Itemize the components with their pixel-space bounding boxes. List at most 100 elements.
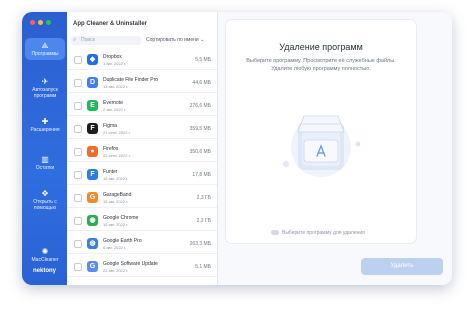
app-name: Duplicate File Finder Pro: [103, 77, 159, 83]
app-name: Google Software Update: [103, 261, 158, 267]
row-checkbox[interactable]: [74, 263, 82, 271]
page-description: Выберите программу. Просмотрите её служе…: [246, 58, 396, 72]
sidebar-item-4[interactable]: ✥ Открыть с помощью: [25, 186, 65, 214]
app-icon: D: [87, 77, 98, 88]
app-date: 13 авг. 2022 г.: [103, 84, 129, 89]
list-item[interactable]: ◉ Google Chrome 16 авг. 2022 г. 2,2 ГБ: [67, 212, 217, 231]
open-with-icon: ✥: [41, 189, 49, 198]
row-checkbox[interactable]: [74, 102, 82, 110]
sort-label: Сортировать по имени: [146, 37, 199, 43]
list-item[interactable]: ● Firefox 22 сент. 2022 г. 350,6 МБ: [67, 143, 217, 162]
app-date: 16 авг. 2022 г.: [103, 176, 129, 181]
row-checkbox[interactable]: [74, 125, 82, 133]
app-date: 2 авг. 2022 г.: [103, 107, 126, 112]
chevron-down-icon: ⌄: [200, 37, 205, 43]
row-checkbox[interactable]: [74, 217, 82, 225]
app-icon: G: [87, 192, 98, 203]
app-window: ⟁ Программы ✈ Автозапуск программ ✚ Расширени…: [22, 12, 452, 285]
sidebar-item-label: Остатки: [35, 165, 55, 171]
app-date: 6 авг. 2022 г.: [103, 245, 126, 250]
search-icon: ⌕: [73, 37, 77, 43]
app-icon: E: [87, 100, 98, 111]
brand-logo: nektony: [32, 268, 56, 274]
list-item[interactable]: G Google Software Update 22 авг. 2022 г. 5,…: [67, 258, 217, 277]
app-name: Google Chrome: [103, 215, 139, 221]
list-item[interactable]: G GarageBand 15 авг. 2022 г. 2,3 ГБ: [67, 189, 217, 208]
row-checkbox[interactable]: [74, 56, 82, 64]
list-item[interactable]: F Figma 21 сент. 2022 г. 359,5 МБ: [67, 120, 217, 139]
app-date: 16 авг. 2022 г.: [103, 222, 129, 227]
trash-icon: ▥: [41, 155, 49, 164]
app-name: Figma: [103, 123, 117, 129]
sidebar-item-label: Расширения: [30, 127, 60, 133]
app-size: 263,3 МБ: [189, 241, 211, 247]
minimize-button[interactable]: [38, 20, 43, 25]
list-item[interactable]: ◍ Google Earth Pro 6 авг. 2022 г. 263,3 МБ: [67, 235, 217, 254]
app-icon: ◉: [87, 215, 98, 226]
app-icon: ◍: [87, 238, 98, 249]
list-item[interactable]: D Duplicate File Finder Pro 13 авг. 2022 г…: [67, 74, 217, 93]
select-toggle[interactable]: [271, 230, 279, 235]
app-size: 17,8 МБ: [192, 172, 211, 178]
app-date: 1 авг. 2022 г.: [103, 61, 126, 66]
window-controls: [30, 20, 51, 25]
sidebar-item-label: Автозапуск программ: [32, 87, 58, 99]
app-size: 5,5 МБ: [195, 57, 211, 63]
sidebar: ⟁ Программы ✈ Автозапуск программ ✚ Расширени…: [22, 12, 67, 285]
sidebar-item-label: MacCleaner: [31, 257, 59, 263]
app-list-panel: App Cleaner & Uninstaller ⌕ Поиск Сортир…: [67, 12, 218, 285]
app-name: Firefox: [103, 146, 119, 152]
app-size: 5,1 МБ: [195, 264, 211, 270]
maccleaner-icon: ✺: [41, 247, 49, 256]
row-checkbox[interactable]: [74, 148, 82, 156]
app-icon: F: [87, 169, 98, 180]
app-name: Google Earth Pro: [103, 238, 142, 244]
app-name: GarageBand: [103, 192, 132, 198]
row-checkbox[interactable]: [74, 240, 82, 248]
search-input[interactable]: ⌕ Поиск: [71, 36, 141, 45]
remove-button[interactable]: Удалить: [361, 258, 443, 275]
sidebar-item-0[interactable]: ⟁ Программы: [25, 38, 65, 60]
close-button[interactable]: [30, 20, 35, 25]
app-icon: F: [87, 123, 98, 134]
sidebar-item-5[interactable]: ✺ MacCleaner: [25, 244, 65, 263]
app-name: Dropbox: [103, 54, 122, 60]
app-size: 44,6 МБ: [192, 80, 211, 86]
row-checkbox[interactable]: [74, 171, 82, 179]
main-area: Удаление программ Выберите программу. Пр…: [218, 12, 452, 285]
select-hint: Выберите программу для удаления: [282, 230, 365, 236]
app-date: 21 сент. 2022 г.: [103, 130, 131, 135]
search-placeholder: Поиск: [81, 37, 95, 43]
app-icon: ◆: [87, 54, 98, 65]
row-checkbox[interactable]: [74, 194, 82, 202]
app-name: Funter: [103, 169, 118, 175]
app-size: 350,6 МБ: [189, 149, 211, 155]
app-icon: G: [87, 261, 98, 272]
apps-icon: ⟁: [41, 41, 49, 50]
zoom-button[interactable]: [46, 20, 51, 25]
app-size: 276,6 МБ: [189, 103, 211, 109]
drop-zone[interactable]: Удаление программ Выберите программу. Пр…: [226, 20, 416, 243]
sort-dropdown[interactable]: Сортировать по имени ⌄: [146, 37, 204, 43]
list-item[interactable]: ◆ Dropbox 1 авг. 2022 г. 5,5 МБ: [67, 51, 217, 70]
sidebar-item-label: Открыть с помощью: [33, 199, 57, 211]
app-size: 2,2 ГБ: [196, 218, 211, 224]
app-drawer-illustration-icon: [283, 115, 361, 177]
list-item[interactable]: F Funter 16 авг. 2022 г. 17,8 МБ: [67, 166, 217, 185]
app-date: 22 сент. 2022 г.: [103, 153, 131, 158]
app-title: App Cleaner & Uninstaller: [73, 21, 148, 27]
sidebar-item-2[interactable]: ✚ Расширения: [25, 114, 65, 136]
list-item[interactable]: E Evernote 2 авг. 2022 г. 276,6 МБ: [67, 97, 217, 116]
app-size: 359,5 МБ: [189, 126, 211, 132]
sidebar-item-1[interactable]: ✈ Автозапуск программ: [25, 74, 65, 102]
app-date: 15 авг. 2022 г.: [103, 199, 129, 204]
app-icon: ●: [87, 146, 98, 157]
row-checkbox[interactable]: [74, 79, 82, 87]
app-date: 22 авг. 2022 г.: [103, 268, 129, 273]
app-name: Evernote: [103, 100, 124, 106]
rocket-icon: ✈: [41, 77, 49, 86]
puzzle-icon: ✚: [41, 117, 49, 126]
sidebar-item-3[interactable]: ▥ Остатки: [25, 152, 65, 174]
sidebar-item-label: Программы: [31, 51, 59, 57]
page-title: Удаление программ: [279, 42, 363, 52]
